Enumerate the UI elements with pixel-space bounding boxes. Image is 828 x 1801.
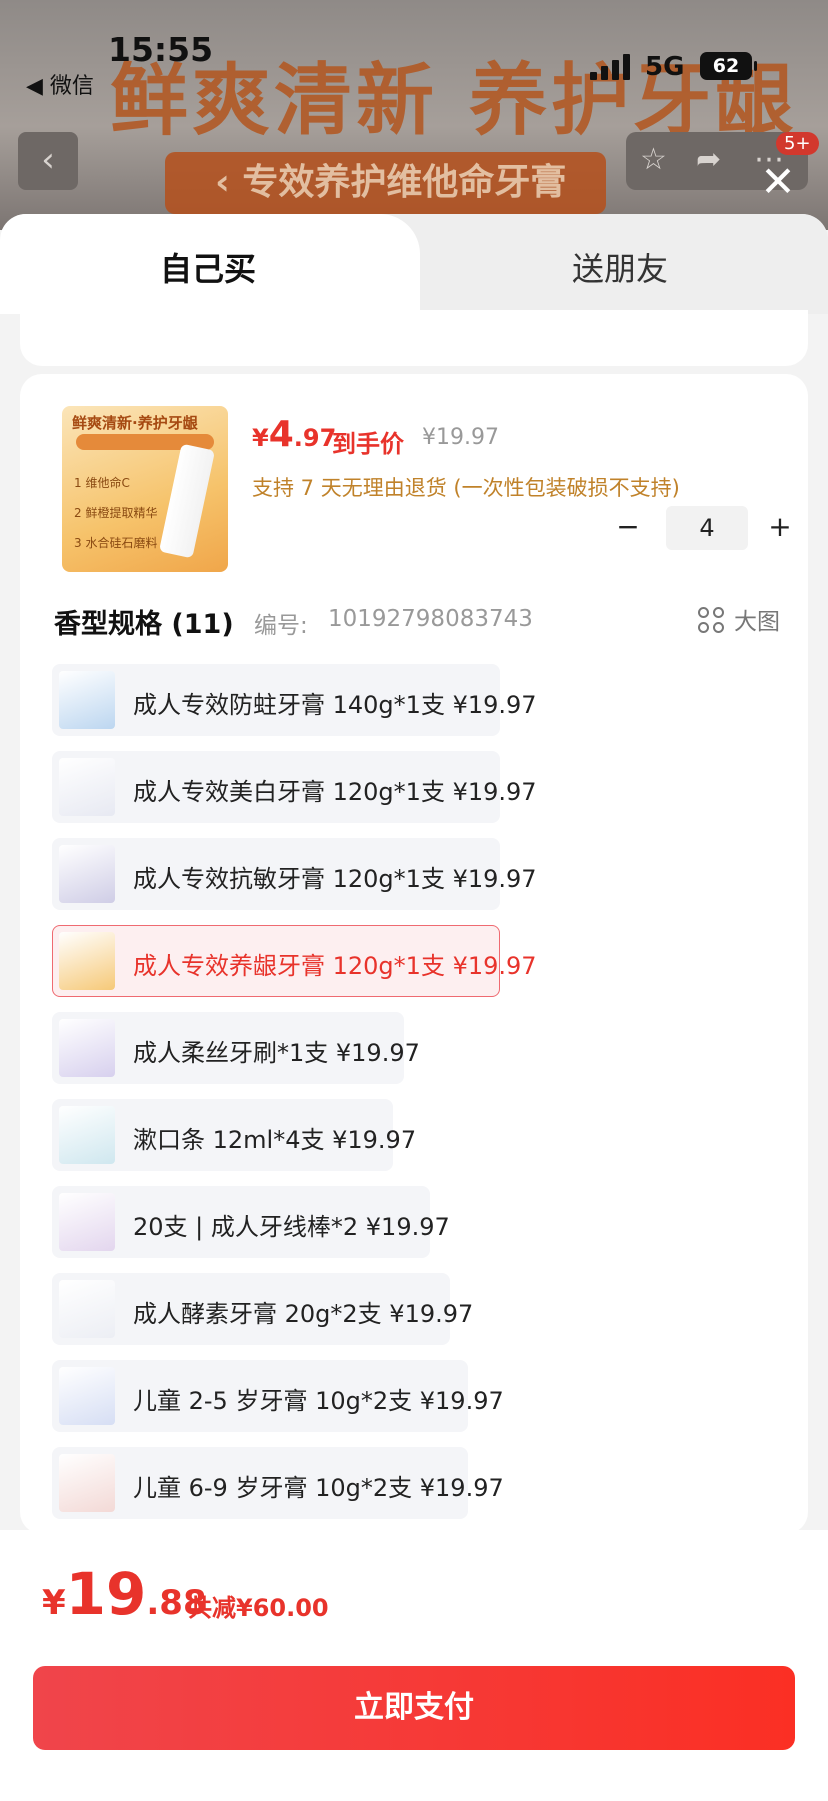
sku-option[interactable]: 成人专效美白牙膏 120g*1支 ¥19.97 xyxy=(52,751,537,823)
share-icon[interactable]: ➦ xyxy=(696,142,721,177)
purchase-sheet: 自己买 送朋友 鲜爽清新·养护牙龈 1 维他命C 2 鲜橙提取精华 3 水合硅石… xyxy=(0,214,828,1801)
thumb-line: 2 鲜橙提取精华 xyxy=(74,506,158,520)
address-card-edge xyxy=(20,310,808,366)
big-view-label: 大图 xyxy=(734,609,780,635)
battery-icon: 62 xyxy=(700,52,757,80)
sku-label: 成人柔丝牙刷*1支 ¥19.97 xyxy=(133,1039,420,1067)
background-page: 鲜爽清新 养护牙龈 ‹ 专效养护维他命牙膏 15:55 ◀ 微信 5G 62 ‹… xyxy=(0,0,828,230)
total-discount: 共减¥60.00 xyxy=(188,1594,329,1622)
spec-header: 香型规格 (11) 编号: 10192798083743 大图 xyxy=(54,602,794,640)
sku-option[interactable]: 成人专效养龈牙膏 120g*1支 ¥19.97 xyxy=(52,925,537,997)
sku-thumbnail xyxy=(59,1367,115,1425)
status-time: 15:55 xyxy=(108,30,214,69)
thumb-line: 3 水合硅石磨料 xyxy=(74,536,158,550)
sku-thumbnail xyxy=(59,1454,115,1512)
sku-label: 20支 | 成人牙线棒*2 ¥19.97 xyxy=(133,1213,450,1241)
sku-thumbnail xyxy=(59,1193,115,1251)
sku-label: 儿童 2-5 岁牙膏 10g*2支 ¥19.97 xyxy=(133,1387,504,1415)
return-policy: 支持 7 天无理由退货 (一次性包装破损不支持) xyxy=(252,476,680,500)
sku-option[interactable]: 20支 | 成人牙线棒*2 ¥19.97 xyxy=(52,1186,450,1258)
close-icon[interactable]: ✕ xyxy=(756,160,800,204)
sku-option[interactable]: 成人柔丝牙刷*1支 ¥19.97 xyxy=(52,1012,420,1084)
final-price: ¥4.97 xyxy=(252,414,337,455)
sku-label: 成人专效防蛀牙膏 140g*1支 ¥19.97 xyxy=(133,691,537,719)
sku-list: 成人专效防蛀牙膏 140g*1支 ¥19.97 成人专效美白牙膏 120g*1支 … xyxy=(52,664,792,1534)
toothpaste-tube-image xyxy=(158,443,216,559)
tab-gift[interactable]: 送朋友 xyxy=(572,244,668,290)
checkout-footer: ¥19.88 共减¥60.00 立即支付 xyxy=(0,1530,828,1801)
banner-subtitle: ‹ 专效养护维他命牙膏 xyxy=(165,152,607,214)
sku-thumbnail xyxy=(59,1280,115,1338)
sku-label: 漱口条 12ml*4支 ¥19.97 xyxy=(133,1126,417,1154)
final-price-tag: 到手价 xyxy=(332,430,404,458)
sku-option[interactable]: 成人专效防蛀牙膏 140g*1支 ¥19.97 xyxy=(52,664,537,736)
sku-label: 成人专效养龈牙膏 120g*1支 ¥19.97 xyxy=(133,952,537,980)
sku-label: 成人专效抗敏牙膏 120g*1支 ¥19.97 xyxy=(133,865,537,893)
sku-thumbnail xyxy=(59,758,115,816)
spec-title: 香型规格 (11) xyxy=(54,609,234,640)
pay-now-button[interactable]: 立即支付 xyxy=(33,1666,795,1750)
sku-option[interactable]: 成人专效抗敏牙膏 120g*1支 ¥19.97 xyxy=(52,838,537,910)
big-view-toggle[interactable]: 大图 xyxy=(698,602,780,636)
sku-option[interactable]: 儿童 6-9 岁牙膏 10g*2支 ¥19.97 xyxy=(52,1447,504,1519)
sku-thumbnail xyxy=(59,671,115,729)
signal-icon xyxy=(590,52,634,80)
sku-thumbnail xyxy=(59,1106,115,1164)
spec-code-label: 编号: xyxy=(254,613,308,639)
tab-self[interactable]: 自己买 xyxy=(160,244,256,290)
sku-option[interactable]: 成人酵素牙膏 20g*2支 ¥19.97 xyxy=(52,1273,473,1345)
increase-button[interactable]: + xyxy=(760,508,800,548)
sku-label: 成人专效美白牙膏 120g*1支 ¥19.97 xyxy=(133,778,537,806)
sku-label: 成人酵素牙膏 20g*2支 ¥19.97 xyxy=(133,1300,474,1328)
grid-view-icon xyxy=(698,607,726,635)
sku-label: 儿童 6-9 岁牙膏 10g*2支 ¥19.97 xyxy=(133,1474,504,1502)
decrease-button[interactable]: − xyxy=(608,508,648,548)
sku-option[interactable]: 儿童 2-5 岁牙膏 10g*2支 ¥19.97 xyxy=(52,1360,504,1432)
network-label: 5G xyxy=(645,52,685,82)
back-button[interactable]: ‹ xyxy=(18,132,78,190)
sku-thumbnail xyxy=(59,932,115,990)
original-price: ¥19.97 xyxy=(422,425,499,450)
sku-thumbnail xyxy=(59,845,115,903)
thumb-line: 1 维他命C xyxy=(74,476,130,490)
spec-code: 10192798083743 xyxy=(328,606,533,632)
product-thumbnail: 鲜爽清新·养护牙龈 1 维他命C 2 鲜橙提取精华 3 水合硅石磨料 xyxy=(62,406,228,572)
thumb-title: 鲜爽清新·养护牙龈 xyxy=(72,414,198,432)
total-price: ¥19.88 xyxy=(42,1560,207,1628)
quantity-input[interactable]: 4 xyxy=(666,506,748,550)
cart-badge: 5+ xyxy=(776,132,819,155)
status-bar: 15:55 ◀ 微信 5G 62 xyxy=(0,0,828,110)
product-card: 鲜爽清新·养护牙龈 1 维他命C 2 鲜橙提取精华 3 水合硅石磨料 ¥4.97… xyxy=(20,374,808,1534)
star-icon[interactable]: ☆ xyxy=(640,142,667,177)
sku-thumbnail xyxy=(59,1019,115,1077)
sku-option[interactable]: 漱口条 12ml*4支 ¥19.97 xyxy=(52,1099,416,1171)
back-to-wechat-link[interactable]: ◀ 微信 xyxy=(26,68,94,100)
